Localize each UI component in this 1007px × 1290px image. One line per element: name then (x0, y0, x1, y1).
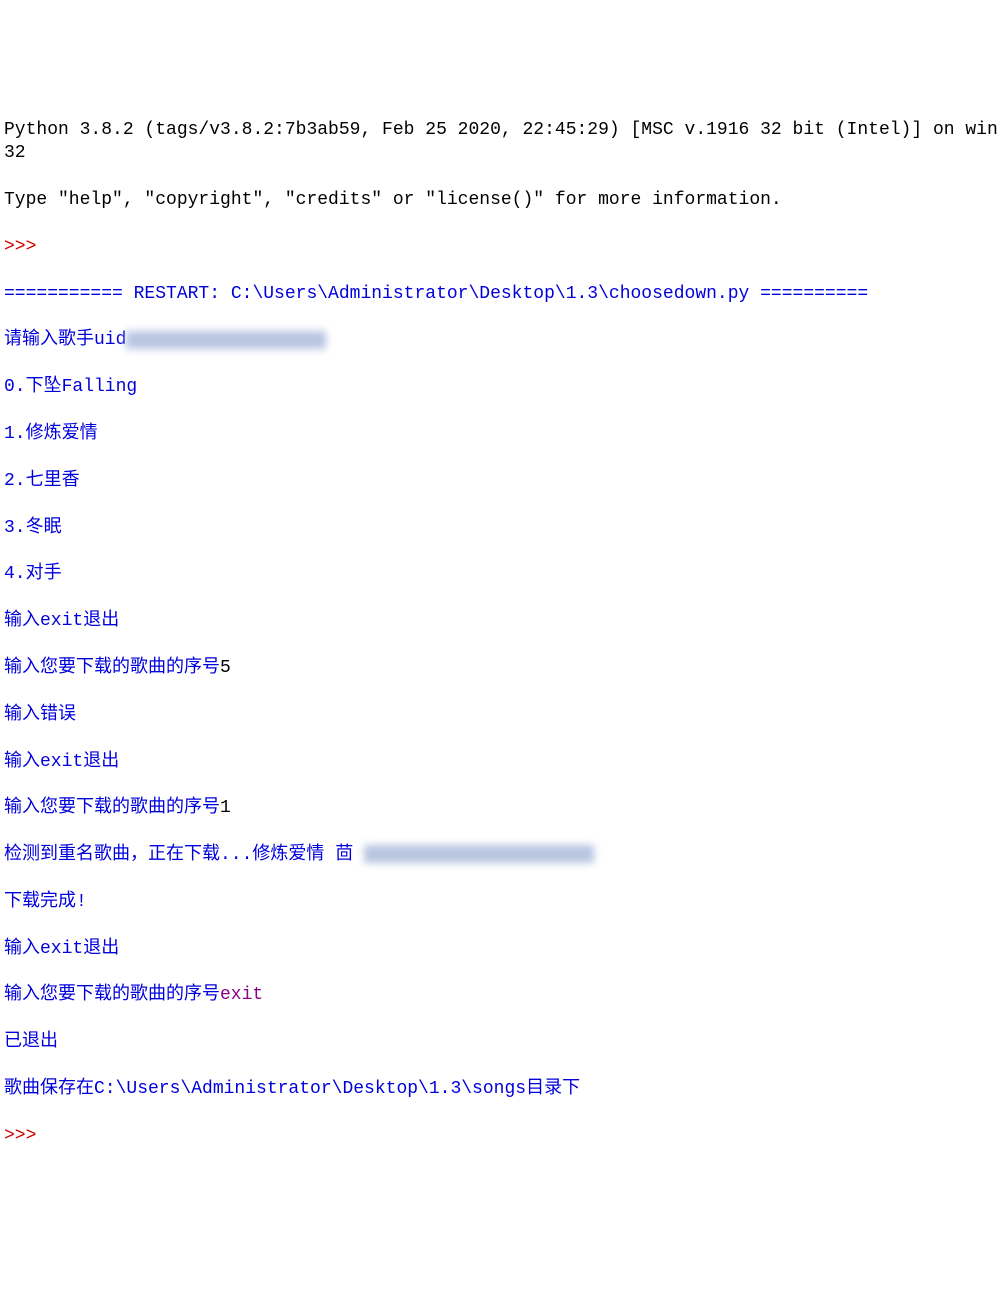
redacted-text: ██████████████ (364, 845, 594, 863)
user-input: 5 (220, 658, 231, 678)
song-item: 0.下坠Falling (4, 376, 1003, 399)
uid-prompt-text: 请输入歌手uid (4, 330, 126, 350)
exited-msg: 已退出 (4, 1031, 1003, 1054)
restart-line: =========== RESTART: C:\Users\Administra… (4, 283, 1003, 306)
exit-hint: 输入exit退出 (4, 938, 1003, 961)
uid-prompt-line: 请输入歌手uid████████████ (4, 329, 1003, 352)
user-input: 1 (220, 798, 231, 818)
help-hint: Type "help", "copyright", "credits" or "… (4, 189, 1003, 212)
save-path: 歌曲保存在C:\Users\Administrator\Desktop\1.3\… (4, 1078, 1003, 1101)
song-item: 3.冬眠 (4, 517, 1003, 540)
redacted-input: ████████████ (126, 331, 326, 349)
song-item: 2.七里香 (4, 470, 1003, 493)
download-prompt: 输入您要下载的歌曲的序号 (4, 658, 220, 678)
exit-hint: 输入exit退出 (4, 610, 1003, 633)
download-prompt-line: 输入您要下载的歌曲的序号1 (4, 797, 1003, 820)
prompt: >>> (4, 1125, 1003, 1148)
download-prompt-line: 输入您要下载的歌曲的序号5 (4, 657, 1003, 680)
exit-hint: 输入exit退出 (4, 751, 1003, 774)
download-done: 下载完成! (4, 891, 1003, 914)
python-console[interactable]: Python 3.8.2 (tags/v3.8.2:7b3ab59, Feb 2… (0, 94, 1007, 1174)
song-item: 4.对手 (4, 563, 1003, 586)
download-status: 检测到重名歌曲，正在下载...修炼爱情 茴 ██████████████ (4, 844, 1003, 867)
download-prompt: 输入您要下载的歌曲的序号 (4, 798, 220, 818)
download-prompt: 输入您要下载的歌曲的序号 (4, 985, 220, 1005)
song-item: 1.修炼爱情 (4, 423, 1003, 446)
prompt: >>> (4, 236, 1003, 259)
python-version: Python 3.8.2 (tags/v3.8.2:7b3ab59, Feb 2… (4, 119, 1003, 166)
error-msg: 输入错误 (4, 704, 1003, 727)
download-prompt-line: 输入您要下载的歌曲的序号exit (4, 984, 1003, 1007)
user-input-exit: exit (220, 985, 263, 1005)
dup-detect-text: 检测到重名歌曲，正在下载...修炼爱情 茴 (4, 845, 364, 865)
